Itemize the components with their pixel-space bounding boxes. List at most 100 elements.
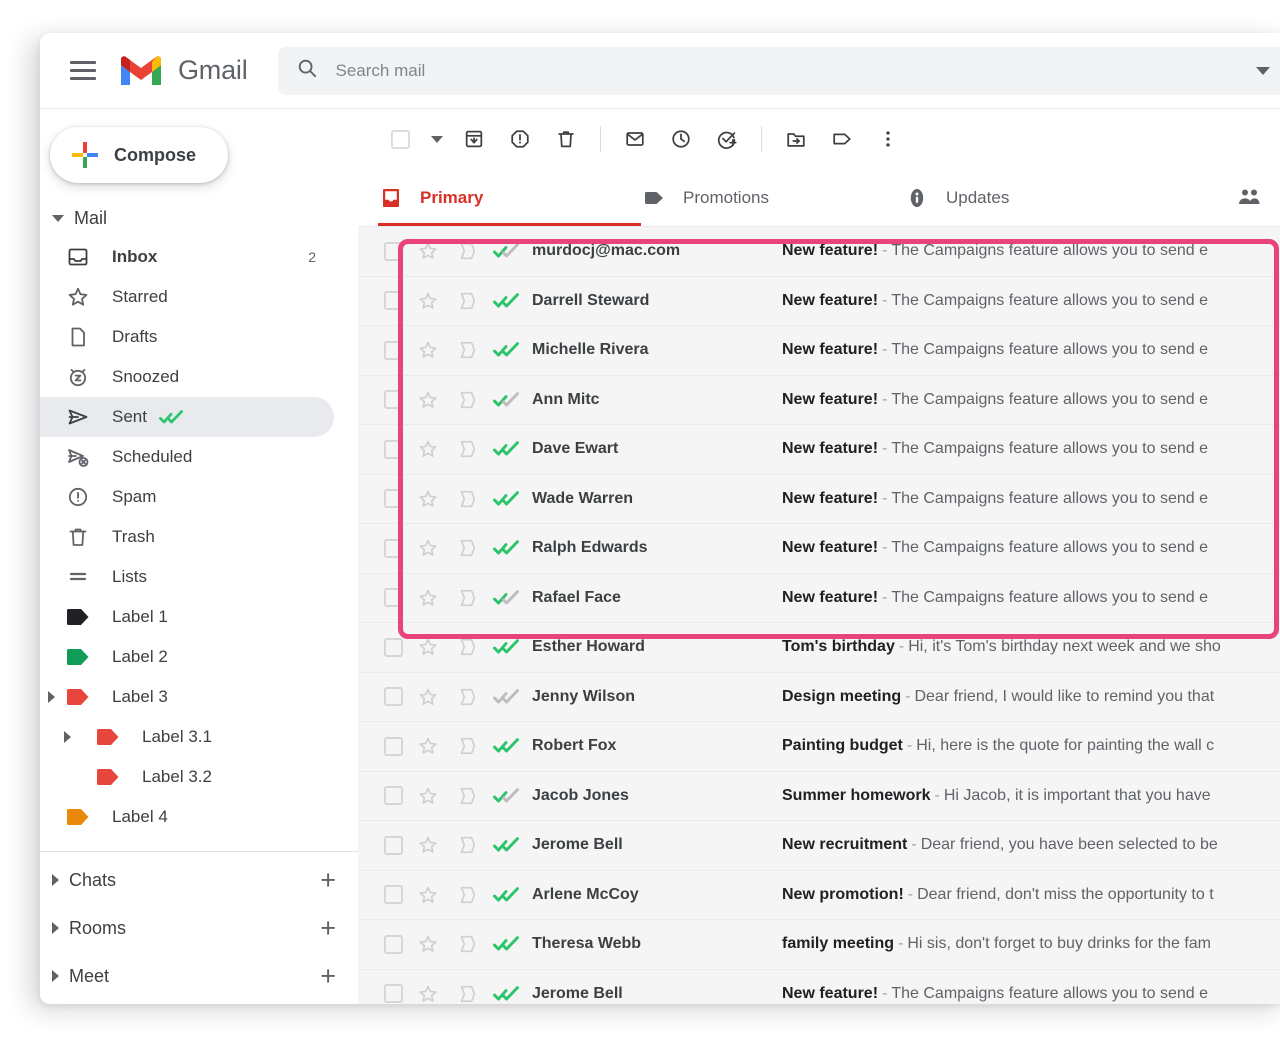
expand-chevron-right-icon[interactable] — [48, 691, 55, 703]
row-checkbox[interactable] — [378, 984, 408, 1003]
mail-row[interactable]: Esther HowardTom's birthday-Hi, it's Tom… — [358, 623, 1280, 673]
mail-row[interactable]: Ann MitcNew feature!-The Campaigns featu… — [358, 376, 1280, 426]
move-to-button[interactable] — [774, 117, 818, 161]
sidebar-item-inbox[interactable]: Inbox2 — [40, 237, 334, 277]
search-options-chevron-down-icon[interactable] — [1256, 67, 1270, 75]
tab-promotions[interactable]: Promotions — [641, 169, 904, 226]
important-marker-icon[interactable] — [448, 438, 486, 460]
important-marker-icon[interactable] — [448, 290, 486, 312]
row-checkbox[interactable] — [378, 242, 408, 261]
important-marker-icon[interactable] — [448, 389, 486, 411]
add-to-tasks-button[interactable] — [705, 117, 749, 161]
star-icon[interactable] — [408, 389, 448, 411]
sidebar-item-spam[interactable]: Spam — [40, 477, 334, 517]
star-icon[interactable] — [408, 785, 448, 807]
row-checkbox[interactable] — [378, 390, 408, 409]
star-icon[interactable] — [408, 983, 448, 1004]
snooze-button[interactable] — [659, 117, 703, 161]
search-bar[interactable] — [278, 47, 1280, 95]
sidebar-item-trash[interactable]: Trash — [40, 517, 334, 557]
mail-row[interactable]: Jacob JonesSummer homework-Hi Jacob, it … — [358, 772, 1280, 822]
sidebar-label-label-3[interactable]: Label 3 — [40, 677, 334, 717]
mail-section-header[interactable]: Mail — [40, 199, 358, 237]
mail-row[interactable]: Rafael FaceNew feature!-The Campaigns fe… — [358, 574, 1280, 624]
row-checkbox[interactable] — [378, 935, 408, 954]
important-marker-icon[interactable] — [448, 537, 486, 559]
star-icon[interactable] — [408, 933, 448, 955]
mail-row[interactable]: Ralph EdwardsNew feature!-The Campaigns … — [358, 524, 1280, 574]
star-icon[interactable] — [408, 290, 448, 312]
delete-button[interactable] — [544, 117, 588, 161]
row-checkbox[interactable] — [378, 885, 408, 904]
important-marker-icon[interactable] — [448, 240, 486, 262]
sidebar-label-label-4[interactable]: Label 4 — [40, 797, 334, 837]
mail-row[interactable]: Darrell StewardNew feature!-The Campaign… — [358, 277, 1280, 327]
star-icon[interactable] — [408, 884, 448, 906]
row-checkbox[interactable] — [378, 440, 408, 459]
search-input[interactable] — [336, 61, 1256, 81]
star-icon[interactable] — [408, 587, 448, 609]
sidebar-item-sent[interactable]: Sent — [40, 397, 334, 437]
important-marker-icon[interactable] — [448, 735, 486, 757]
compose-button[interactable]: Compose — [50, 127, 228, 183]
sidebar-item-starred[interactable]: Starred — [40, 277, 334, 317]
star-icon[interactable] — [408, 686, 448, 708]
important-marker-icon[interactable] — [448, 933, 486, 955]
sidebar-item-snoozed[interactable]: Snoozed — [40, 357, 334, 397]
mail-row[interactable]: Theresa Webbfamily meeting-Hi sis, don't… — [358, 920, 1280, 970]
sidebar-label-label-3-2[interactable]: Label 3.2 — [40, 757, 334, 797]
important-marker-icon[interactable] — [448, 488, 486, 510]
important-marker-icon[interactable] — [448, 785, 486, 807]
sidebar-section-rooms[interactable]: Rooms+ — [40, 904, 358, 952]
select-all-checkbox[interactable] — [378, 117, 422, 161]
mail-row[interactable]: murdocj@mac.comNew feature!-The Campaign… — [358, 227, 1280, 277]
star-icon[interactable] — [408, 339, 448, 361]
tab-updates[interactable]: Updates — [904, 169, 1167, 226]
sidebar-section-meet[interactable]: Meet+ — [40, 952, 358, 1000]
sidebar-label-label-2[interactable]: Label 2 — [40, 637, 334, 677]
archive-button[interactable] — [452, 117, 496, 161]
expand-chevron-right-icon[interactable] — [64, 731, 71, 743]
mail-row[interactable]: Jenny WilsonDesign meeting-Dear friend, … — [358, 673, 1280, 723]
row-checkbox[interactable] — [378, 687, 408, 706]
row-checkbox[interactable] — [378, 638, 408, 657]
important-marker-icon[interactable] — [448, 686, 486, 708]
labels-button[interactable] — [820, 117, 864, 161]
important-marker-icon[interactable] — [448, 636, 486, 658]
star-icon[interactable] — [408, 240, 448, 262]
star-icon[interactable] — [408, 834, 448, 856]
sidebar-section-chats[interactable]: Chats+ — [40, 856, 358, 904]
more-options-button[interactable] — [866, 117, 910, 161]
mail-row[interactable]: Jerome BellNew recruitment-Dear friend, … — [358, 821, 1280, 871]
mail-row[interactable]: Wade WarrenNew feature!-The Campaigns fe… — [358, 475, 1280, 525]
plus-icon[interactable]: + — [320, 915, 336, 942]
mark-unread-button[interactable] — [613, 117, 657, 161]
row-checkbox[interactable] — [378, 836, 408, 855]
plus-icon[interactable]: + — [320, 867, 336, 894]
sidebar-item-drafts[interactable]: Drafts — [40, 317, 334, 357]
sidebar-item-lists[interactable]: Lists — [40, 557, 334, 597]
row-checkbox[interactable] — [378, 539, 408, 558]
tab-social[interactable] — [1237, 169, 1263, 226]
star-icon[interactable] — [408, 438, 448, 460]
star-icon[interactable] — [408, 735, 448, 757]
select-dropdown-button[interactable] — [424, 117, 450, 161]
mail-row[interactable]: Michelle RiveraNew feature!-The Campaign… — [358, 326, 1280, 376]
sidebar-label-label-1[interactable]: Label 1 — [40, 597, 334, 637]
sidebar-item-scheduled[interactable]: Scheduled — [40, 437, 334, 477]
sidebar-label-label-3-1[interactable]: Label 3.1 — [40, 717, 334, 757]
important-marker-icon[interactable] — [448, 339, 486, 361]
star-icon[interactable] — [408, 636, 448, 658]
row-checkbox[interactable] — [378, 588, 408, 607]
row-checkbox[interactable] — [378, 489, 408, 508]
mail-row[interactable]: Arlene McCoyNew promotion!-Dear friend, … — [358, 871, 1280, 921]
report-spam-button[interactable] — [498, 117, 542, 161]
row-checkbox[interactable] — [378, 341, 408, 360]
row-checkbox[interactable] — [378, 291, 408, 310]
important-marker-icon[interactable] — [448, 983, 486, 1004]
row-checkbox[interactable] — [378, 737, 408, 756]
mail-row[interactable]: Dave EwartNew feature!-The Campaigns fea… — [358, 425, 1280, 475]
star-icon[interactable] — [408, 537, 448, 559]
important-marker-icon[interactable] — [448, 587, 486, 609]
hamburger-icon[interactable] — [70, 61, 96, 80]
